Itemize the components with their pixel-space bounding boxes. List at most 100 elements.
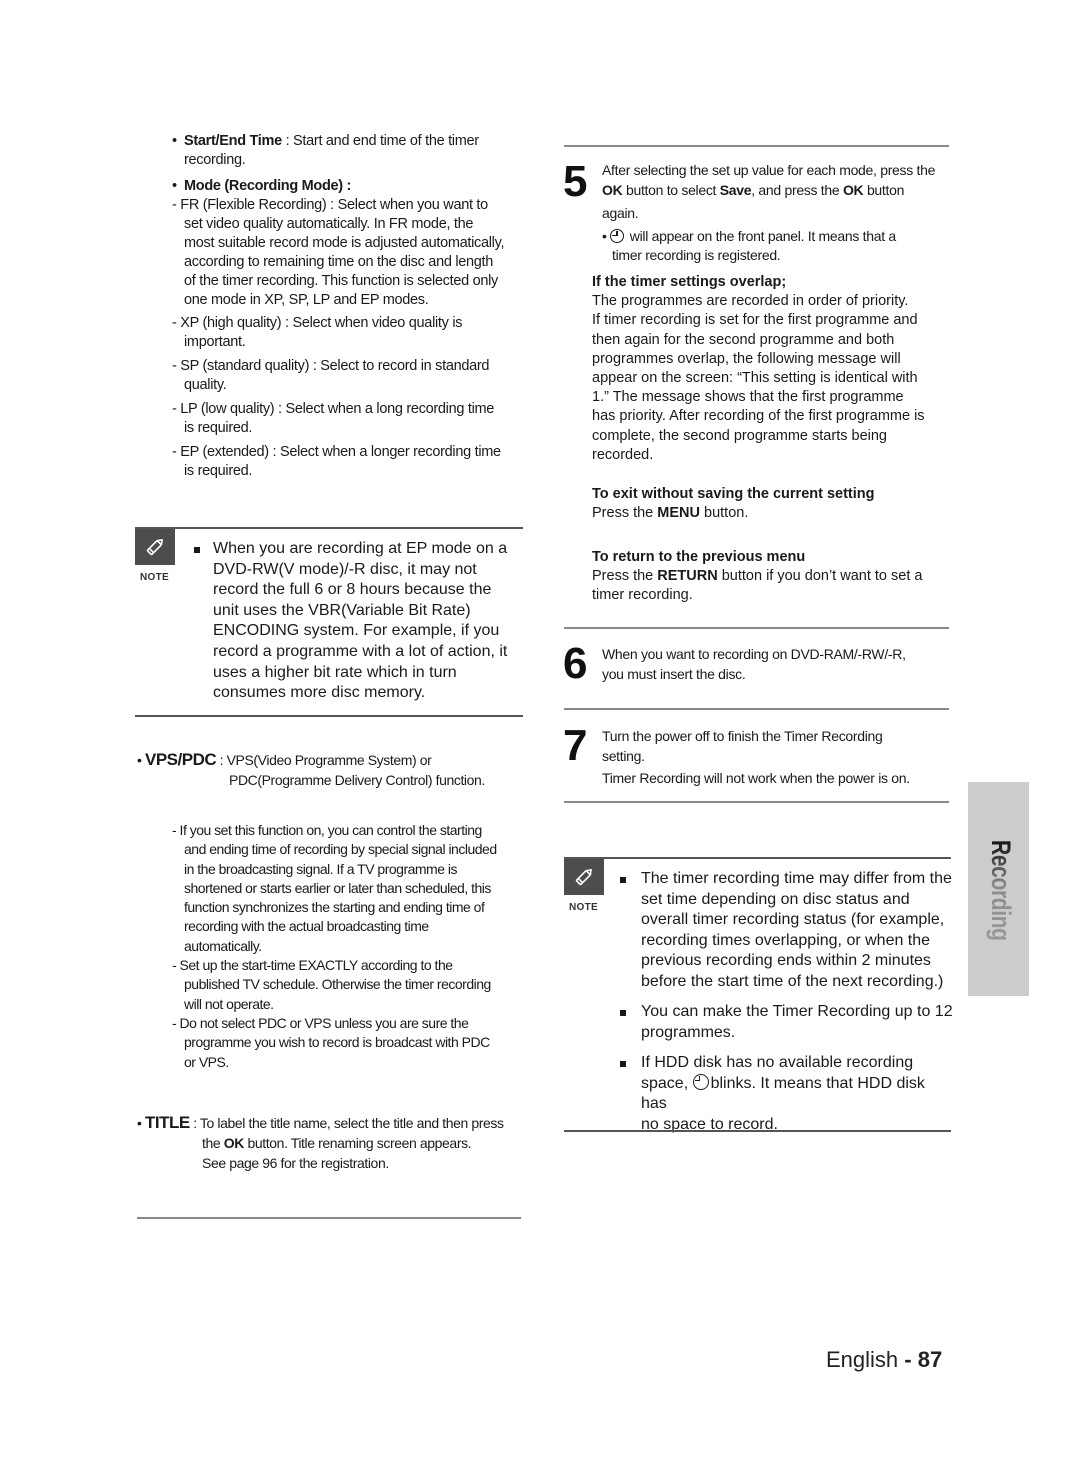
mode-item-fr: - FR (Flexible Recording) : Select when … — [172, 196, 522, 310]
note-line: When you are recording at EP mode on a — [213, 540, 508, 557]
right-note-top-divider — [564, 857, 951, 859]
title-text: : To label the title name, select the ti… — [189, 1115, 504, 1131]
mode-item-sp-l0: - SP (standard quality) : Select to reco… — [172, 358, 490, 374]
mode-item-fr-l5: one mode in XP, SP, LP and EP modes. — [184, 292, 429, 308]
step6-top-divider — [564, 627, 949, 629]
timer-clock-icon — [692, 1073, 709, 1090]
page-footer: English - 87 — [826, 1347, 942, 1373]
note-top-divider — [135, 527, 523, 529]
right-note-item-2: You can make the Timer Recording up to 1… — [641, 1002, 953, 1043]
mode-item-lp: - LP (low quality) : Select when a long … — [172, 400, 522, 438]
mode-item-ep: - EP (extended) : Select when a longer r… — [172, 443, 522, 481]
vps-detail-line: - Set up the start-time EXACTLY accordin… — [172, 957, 453, 974]
start-end-time-label: Start/End Time — [184, 133, 282, 149]
vps-pdc-label: VPS/PDC — [145, 750, 217, 769]
mode-item-fr-l2: most suitable record mode is adjusted au… — [184, 235, 505, 251]
mode-item-xp-l1: important. — [184, 334, 246, 350]
mode-item-lp-l0: - LP (low quality) : Select when a long … — [172, 401, 495, 417]
mode-item-fr-l0: - FR (Flexible Recording) : Select when … — [172, 197, 488, 213]
section-side-tab-label: Recording — [978, 840, 1018, 950]
step7-bottom-divider — [564, 801, 949, 803]
start-end-time-item: • Start/End Time : Start and end time of … — [172, 132, 522, 170]
step-7-line: Turn the power off to finish the Timer R… — [602, 728, 883, 744]
step-7-text: Turn the power off to finish the Timer R… — [602, 727, 952, 789]
vps-detail-line: - If you set this function on, you can c… — [172, 822, 482, 838]
mode-item-fr-l4: of the timer recording. This function is… — [184, 273, 498, 289]
step-7-line: setting. — [602, 747, 645, 764]
overlap-line: complete, the second programme starts be… — [592, 427, 887, 444]
note-bullet — [620, 1010, 626, 1016]
overlap-line: has priority. After recording of the fir… — [592, 408, 925, 425]
note-line: DVD-RW(V mode)/-R disc, it may not — [213, 560, 477, 578]
right-note-item-3: If HDD disk has no available recording s… — [641, 1053, 953, 1135]
note-line-part: space, — [641, 1074, 693, 1092]
overlap-line: The programmes are recorded in order of … — [592, 293, 909, 310]
title-label: TITLE — [145, 1113, 190, 1132]
vps-detail-line: - Do not select PDC or VPS unless you ar… — [172, 1014, 469, 1031]
timer-clock-icon — [610, 228, 625, 243]
return-heading: To return to the previous menu — [592, 549, 806, 565]
page-number: 87 — [917, 1347, 943, 1372]
vps-detail-2: - Set up the start-time EXACTLY accordin… — [172, 956, 522, 1014]
return-text: button if you don’t want to set a — [717, 568, 923, 585]
mode-item-xp-l0: - XP (high quality) : Select when video … — [172, 315, 463, 331]
mode-item-sp: - SP (standard quality) : Select to reco… — [172, 357, 522, 395]
note-text: When you are recording at EP mode on a D… — [213, 539, 525, 704]
menu-bold: MENU — [657, 505, 700, 522]
note-line: You can make the Timer Recording up to 1… — [641, 1003, 953, 1020]
note-line: recording times overlapping, or when the — [641, 931, 931, 949]
footer-separator: - — [898, 1347, 918, 1372]
mode-label: Mode (Recording Mode) : — [184, 178, 352, 194]
overlap-line: If timer recording is set for the first … — [592, 312, 918, 329]
note-bullet — [194, 547, 200, 553]
step7-top-divider — [564, 708, 949, 710]
step-6-text: When you want to recording on DVD-RAM/-R… — [602, 645, 952, 684]
note-pencil-icon — [564, 859, 604, 895]
step5-top-divider — [564, 145, 949, 147]
left-bottom-divider — [137, 1217, 521, 1219]
vps-detail-line: automatically. — [184, 937, 262, 954]
vps-detail-line: programme you wish to record is broadcas… — [184, 1034, 490, 1051]
step-7-number: 7 — [563, 721, 588, 770]
return-text: Press the — [592, 568, 658, 585]
title-text-2b: button. Title renaming screen appears. — [243, 1135, 472, 1151]
step-5-line: After selecting the set up value for eac… — [602, 162, 936, 178]
mode-item-ep-l1: is required. — [184, 463, 253, 479]
mode-item-sp-l1: quality. — [184, 377, 227, 393]
save-bold: Save — [719, 181, 752, 198]
note-line: no space to record. — [641, 1115, 778, 1133]
step-5-line: again. — [602, 205, 639, 221]
overlap-section: If the timer settings overlap; The progr… — [592, 273, 952, 465]
mode-heading: • Mode (Recording Mode) : — [172, 178, 352, 194]
note-bullet — [620, 1061, 626, 1067]
mode-item-fr-l3: according to remaining time on the disc … — [184, 254, 494, 270]
vps-detail-line: published TV schedule. Otherwise the tim… — [184, 976, 491, 993]
note-label: NOTE — [140, 572, 169, 583]
step-5-line-part: button to select — [622, 181, 720, 198]
note-line: ENCODING system. For example, if you — [213, 622, 500, 640]
step-5-line-part: , and press the — [751, 181, 843, 198]
vps-pdc-text: : VPS(Video Programme System) or — [216, 752, 432, 768]
step-6-number: 6 — [563, 639, 588, 688]
ok-bold: OK — [842, 181, 864, 198]
overlap-heading: If the timer settings overlap; — [592, 274, 787, 290]
step-5-line-part: button — [863, 181, 905, 198]
vps-detail-line: will not operate. — [184, 995, 274, 1012]
note-line: before the start time of the next record… — [641, 972, 944, 990]
exit-section: To exit without saving the current setti… — [592, 485, 952, 523]
note-line: consumes more disc memory. — [213, 684, 426, 702]
right-note-bottom-divider — [564, 1130, 951, 1132]
vps-detail-line: recording with the actual broadcasting t… — [184, 918, 429, 935]
vps-pdc-item: • VPS/PDC : VPS(Video Programme System) … — [137, 750, 485, 788]
vps-detail-3: - Do not select PDC or VPS unless you ar… — [172, 1014, 522, 1072]
vps-detail-line: and ending time of recording by special … — [184, 841, 497, 858]
title-text-3: See page 96 for the registration. — [202, 1155, 389, 1171]
start-end-time-text: : Start and end time of the timer — [281, 133, 480, 149]
mode-item-ep-l0: - EP (extended) : Select when a longer r… — [172, 444, 501, 460]
vps-detail-line: or VPS. — [184, 1053, 229, 1070]
side-tab-text: Recording — [986, 840, 1016, 941]
note-line: unit uses the VBR(Variable Bit Rate) — [213, 601, 471, 619]
step-7-line: Timer Recording will not work when the p… — [602, 770, 910, 786]
vps-pdc-text-cont: PDC(Programme Delivery Control) function… — [229, 772, 485, 788]
overlap-line: programmes overlap, the following messag… — [592, 350, 901, 367]
